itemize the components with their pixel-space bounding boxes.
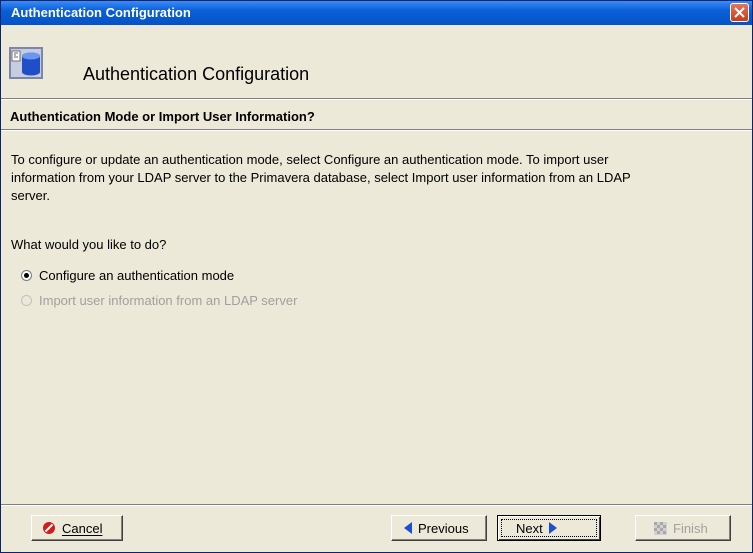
title-bar[interactable]: Authentication Configuration xyxy=(1,1,752,25)
option-import-ldap-users: Import user information from an LDAP ser… xyxy=(21,291,297,309)
option-configure-auth-mode[interactable]: Configure an authentication mode xyxy=(21,266,234,284)
section-title: Authentication Mode or Import User Infor… xyxy=(10,109,315,124)
intro-text: To configure or update an authentication… xyxy=(11,151,739,205)
radio-button xyxy=(21,294,32,306)
finish-button: Finish xyxy=(635,515,731,541)
database-config-icon xyxy=(9,47,43,79)
radio-button[interactable] xyxy=(21,269,32,281)
cancel-icon xyxy=(43,522,55,534)
intro-line: server. xyxy=(11,188,51,203)
close-icon xyxy=(734,7,745,18)
divider xyxy=(1,505,752,506)
finish-label: Finish xyxy=(673,520,708,536)
previous-label: Previous xyxy=(418,520,469,536)
arrow-left-icon xyxy=(404,522,412,534)
next-button[interactable]: Next xyxy=(497,515,601,541)
divider xyxy=(1,99,752,100)
option-label: Import user information from an LDAP ser… xyxy=(39,292,298,308)
window-title: Authentication Configuration xyxy=(11,5,191,20)
intro-line: information from your LDAP server to the… xyxy=(11,170,631,185)
cancel-button[interactable]: Cancel xyxy=(31,515,123,541)
cancel-label: Cancel xyxy=(62,520,103,536)
intro-line: To configure or update an authentication… xyxy=(11,152,609,167)
previous-button[interactable]: Previous xyxy=(391,515,487,541)
dialog-window: Authentication Configuration Authenticat… xyxy=(0,0,753,553)
checkered-flag-icon xyxy=(654,521,667,535)
divider xyxy=(1,130,752,131)
question-label: What would you like to do? xyxy=(11,237,167,252)
dialog-header: Authentication Configuration xyxy=(1,25,752,99)
close-button[interactable] xyxy=(730,3,749,22)
header-title: Authentication Configuration xyxy=(83,64,310,84)
option-label: Configure an authentication mode xyxy=(39,267,235,283)
focus-rect xyxy=(501,519,597,537)
